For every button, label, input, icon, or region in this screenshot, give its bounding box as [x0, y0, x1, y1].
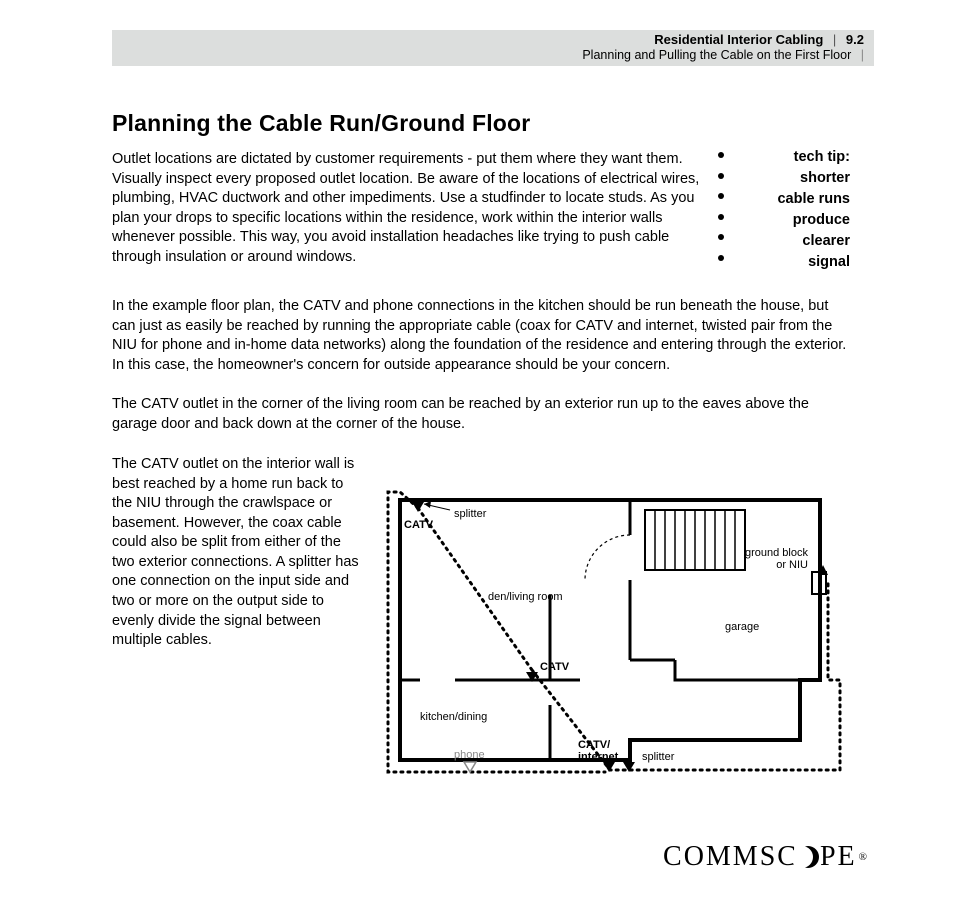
intro-paragraph: Outlet locations are dictated by custome… [112, 150, 712, 267]
body-paragraph-3: The CATV outlet in the corner of the liv… [112, 395, 852, 434]
techtip-line: cable runs [720, 189, 850, 210]
header-section-number: 9.2 [846, 32, 864, 47]
label-den: den/living room [488, 591, 563, 603]
label-ground-block-2: or NIU [776, 559, 808, 571]
header-divider: | [833, 32, 836, 47]
header-subtitle: Planning and Pulling the Cable on the Fi… [582, 48, 851, 62]
header-title: Residential Interior Cabling [654, 32, 823, 47]
label-garage: garage [725, 621, 759, 633]
floorplan-diagram: CATV splitter den/living room ground blo… [380, 480, 850, 800]
techtip-line: tech tip: [720, 147, 850, 168]
label-ground-block-1: ground block [745, 547, 808, 559]
header-bar: Residential Interior Cabling | 9.2 Plann… [112, 30, 874, 66]
commscope-logo: COMMSC PE ® [663, 841, 869, 873]
logo-text-post: PE [820, 841, 857, 873]
label-phone: phone [454, 749, 485, 761]
body-paragraph-2: In the example floor plan, the CATV and … [112, 297, 852, 375]
header-text: Residential Interior Cabling | 9.2 Plann… [582, 32, 864, 64]
label-splitter-bot: splitter [642, 751, 675, 763]
header-title-line: Residential Interior Cabling | 9.2 [582, 32, 864, 48]
body-paragraph-4: The CATV outlet on the interior wall is … [112, 455, 362, 651]
crescent-icon [797, 846, 819, 868]
label-catv-internet-1: CATV/ [578, 739, 610, 751]
header-subtitle-line: Planning and Pulling the Cable on the Fi… [582, 48, 864, 64]
logo-text-pre: COMMSC [663, 841, 798, 873]
header-trailing-divider: | [861, 48, 864, 62]
label-catv-top: CATV [404, 519, 434, 531]
registered-icon: ® [859, 851, 869, 863]
techtip-line: signal [720, 252, 850, 273]
label-catv-internet-2: internet [578, 751, 619, 763]
label-catv-mid: CATV [540, 661, 570, 673]
label-splitter-top: splitter [454, 508, 487, 520]
techtip-sidebar: tech tip: shorter cable runs produce cle… [720, 147, 850, 273]
techtip-line: shorter [720, 168, 850, 189]
page-title: Planning the Cable Run/Ground Floor [112, 110, 530, 137]
techtip-line: clearer [720, 231, 850, 252]
label-kitchen: kitchen/dining [420, 711, 487, 723]
techtip-line: produce [720, 210, 850, 231]
